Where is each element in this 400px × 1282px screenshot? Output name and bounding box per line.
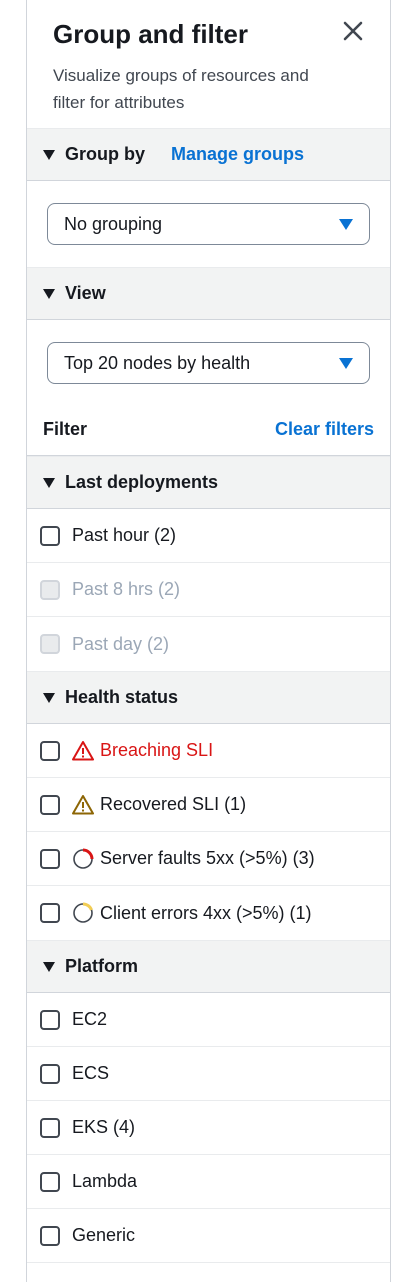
dropdown-arrow-icon <box>339 357 353 369</box>
checkbox[interactable] <box>40 903 60 923</box>
checkbox[interactable] <box>40 740 60 761</box>
checkbox[interactable] <box>40 794 60 815</box>
checkbox[interactable] <box>40 1171 60 1192</box>
panel-title: Group and filter <box>53 19 248 49</box>
checkbox[interactable] <box>40 1063 60 1084</box>
filter-option-eks[interactable]: EKS (4) <box>27 1101 390 1155</box>
option-label: Recovered SLI (1) <box>100 794 247 814</box>
warning-amber-icon <box>72 794 94 814</box>
checkbox-disabled <box>40 634 60 654</box>
option-label: Past day (2) <box>72 633 170 654</box>
option-label: Server faults 5xx (>5%) (3) <box>100 848 315 868</box>
client-errors-ring-icon <box>73 902 93 923</box>
view-label: View <box>65 283 106 303</box>
caret-down-icon <box>43 692 55 703</box>
group-by-select-container: No grouping <box>27 181 390 267</box>
close-icon <box>343 21 363 41</box>
health-status-label: Health status <box>65 687 179 707</box>
option-label: EKS (4) <box>72 1117 136 1137</box>
platform-section-header[interactable]: Platform <box>27 940 390 993</box>
option-label: Breaching SLI <box>100 740 214 760</box>
caret-down-icon <box>43 149 55 160</box>
filter-label: Filter <box>43 419 88 439</box>
filter-option-past-day: Past day (2) <box>27 617 390 671</box>
server-faults-ring-icon <box>73 848 94 869</box>
manage-groups-link[interactable]: Manage groups <box>171 144 304 165</box>
caret-down-icon <box>43 961 55 972</box>
filter-option-ecs[interactable]: ECS <box>27 1047 390 1101</box>
checkbox-disabled <box>40 579 60 600</box>
health-status-section-header[interactable]: Health status <box>27 671 390 724</box>
group-by-section-header[interactable]: Group by Manage groups <box>27 128 390 181</box>
checkbox[interactable] <box>40 525 60 546</box>
filter-option-recovered-sli[interactable]: Recovered SLI (1) <box>27 778 390 832</box>
option-label: EC2 <box>72 1009 108 1029</box>
dropdown-arrow-icon <box>339 218 353 230</box>
filter-header: Filter Clear filters <box>27 404 390 456</box>
view-select[interactable]: Top 20 nodes by health <box>47 342 370 384</box>
option-label: Past 8 hrs (2) <box>72 579 181 599</box>
filter-option-lambda[interactable]: Lambda <box>27 1155 390 1209</box>
clear-filters-link[interactable]: Clear filters <box>275 419 374 440</box>
filter-option-server-faults[interactable]: Server faults 5xx (>5%) (3) <box>27 832 390 886</box>
filter-option-client-errors[interactable]: Client errors 4xx (>5%) (1) <box>27 886 390 940</box>
filter-option-past-8-hrs: Past 8 hrs (2) <box>27 563 390 617</box>
caret-down-icon <box>43 477 55 488</box>
option-label: Client errors 4xx (>5%) (1) <box>100 902 312 923</box>
platform-label: Platform <box>65 956 139 976</box>
view-select-container: Top 20 nodes by health <box>27 320 390 404</box>
warning-red-icon <box>72 740 94 760</box>
caret-down-icon <box>43 288 55 299</box>
option-label: Past hour (2) <box>72 525 177 545</box>
filter-option-breaching-sli[interactable]: Breaching SLI <box>27 724 390 778</box>
last-deployments-section-header[interactable]: Last deployments <box>27 456 390 509</box>
group-by-selected-value: No grouping <box>64 213 163 234</box>
checkbox[interactable] <box>40 1225 60 1246</box>
last-deployments-label: Last deployments <box>65 472 219 492</box>
option-label: Generic <box>72 1225 136 1245</box>
checkbox[interactable] <box>40 1009 60 1030</box>
close-button[interactable] <box>340 18 366 44</box>
checkbox[interactable] <box>40 1117 60 1138</box>
group-and-filter-panel: Group and filter Visualize groups of res… <box>26 0 391 1282</box>
filter-option-generic[interactable]: Generic <box>27 1209 390 1263</box>
view-selected-value: Top 20 nodes by health <box>64 352 251 373</box>
group-by-select[interactable]: No grouping <box>47 203 370 245</box>
option-label: Lambda <box>72 1171 138 1191</box>
checkbox[interactable] <box>40 848 60 869</box>
group-by-label: Group by <box>65 144 145 164</box>
view-section-header[interactable]: View <box>27 267 390 320</box>
filter-option-ec2[interactable]: EC2 <box>27 993 390 1047</box>
filter-option-past-hour[interactable]: Past hour (2) <box>27 509 390 563</box>
option-label: ECS <box>72 1063 110 1083</box>
panel-description: Visualize groups of resources and filter… <box>53 66 309 112</box>
panel-header: Group and filter Visualize groups of res… <box>27 0 390 128</box>
